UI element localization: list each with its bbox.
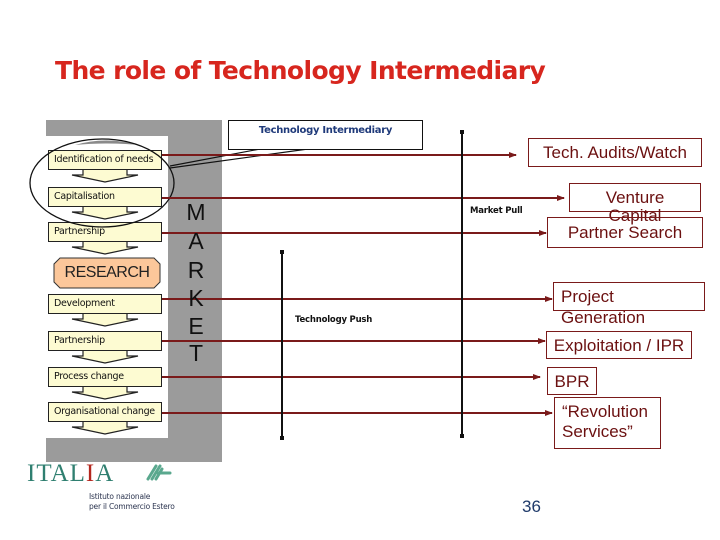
service-label: Tech. Audits/Watch [543, 143, 687, 162]
market-letter: R [187, 257, 205, 283]
service-label: Venture [605, 188, 665, 207]
connector-arrow [71, 170, 139, 183]
connector-arrow [71, 422, 139, 435]
wordmark-red-letter: I [85, 460, 96, 487]
technology-intermediary-box: Technology Intermediary [228, 120, 423, 150]
service-label: BPR [554, 372, 590, 391]
service-label: Exploitation / IPR [553, 336, 685, 355]
institute-name-line2: per il Commercio Estero [89, 502, 175, 511]
connector-arrow [71, 207, 139, 220]
service-bpr: BPR [547, 367, 597, 395]
service-project-generation: Project Generation [553, 282, 705, 327]
market-letter: K [188, 285, 204, 311]
step-connectors [71, 170, 139, 435]
service-revolution-services: “Revolution Services” [554, 397, 661, 449]
market-pull-label: Market Pull [470, 206, 523, 216]
market-letter: M [186, 199, 206, 225]
service-exploitation-ipr: Exploitation / IPR [546, 331, 692, 359]
axis-end-marker [460, 130, 464, 134]
service-arrows [162, 152, 565, 416]
service-label: Services” [562, 422, 633, 441]
italia-wordmark-logo: ITALIA [27, 460, 114, 488]
service-label: Project [561, 287, 614, 306]
market-letter: T [188, 340, 204, 366]
institute-name-line1: Istituto nazionale [89, 492, 151, 501]
step-research: RESEARCH [64, 264, 150, 281]
connector-arrow [71, 351, 139, 364]
wordmark-part: A [95, 460, 115, 487]
page-number: 36 [522, 497, 541, 516]
service-partner-search: Partner Search [547, 217, 703, 248]
technology-push-label: Technology Push [295, 315, 373, 325]
axis-end-marker [460, 434, 464, 438]
connector-arrow [71, 242, 139, 255]
service-venture-capital: Venture Capital [569, 183, 701, 225]
ice-arrow-logo-icon [146, 464, 172, 481]
callout-line [169, 148, 309, 169]
service-tech-audits-watch: Tech. Audits/Watch [528, 138, 702, 167]
service-label: Partner Search [567, 223, 683, 242]
connector-arrow [71, 387, 139, 400]
service-label: Generation [561, 308, 646, 327]
service-label: “Revolution [562, 402, 648, 421]
market-letter: E [188, 313, 204, 339]
axis-end-marker [280, 436, 284, 440]
axis-end-marker [280, 250, 284, 254]
connector-arrow [71, 314, 139, 327]
wordmark-part: ITAL [27, 460, 86, 487]
market-letter: A [188, 228, 204, 254]
